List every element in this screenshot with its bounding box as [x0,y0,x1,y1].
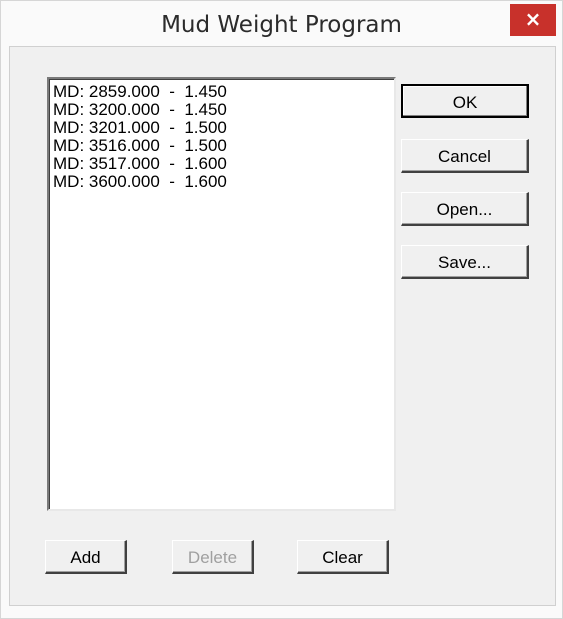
title-bar[interactable]: Mud Weight Program × [1,1,562,46]
ok-button[interactable]: OK [401,84,529,118]
list-item[interactable]: MD: 3517.000 - 1.600 [53,155,394,173]
dialog-client-area: MD: 2859.000 - 1.450 MD: 3200.000 - 1.45… [9,46,556,606]
add-button[interactable]: Add [45,540,127,574]
close-button[interactable]: × [510,4,556,36]
clear-button[interactable]: Clear [297,540,389,574]
delete-button[interactable]: Delete [172,540,254,574]
save-button[interactable]: Save... [401,245,529,279]
close-icon: × [524,7,542,31]
open-button[interactable]: Open... [401,192,529,226]
window-title: Mud Weight Program [161,12,402,38]
mud-weight-listbox[interactable]: MD: 2859.000 - 1.450 MD: 3200.000 - 1.45… [47,77,396,511]
list-item[interactable]: MD: 3201.000 - 1.500 [53,119,394,137]
cancel-button[interactable]: Cancel [401,139,529,173]
mud-weight-list: MD: 2859.000 - 1.450 MD: 3200.000 - 1.45… [49,79,394,191]
list-item[interactable]: MD: 3200.000 - 1.450 [53,101,394,119]
list-item[interactable]: MD: 3516.000 - 1.500 [53,137,394,155]
mud-weight-dialog: Mud Weight Program × MD: 2859.000 - 1.45… [0,0,563,619]
list-item[interactable]: MD: 3600.000 - 1.600 [53,173,394,191]
list-item[interactable]: MD: 2859.000 - 1.450 [53,83,394,101]
